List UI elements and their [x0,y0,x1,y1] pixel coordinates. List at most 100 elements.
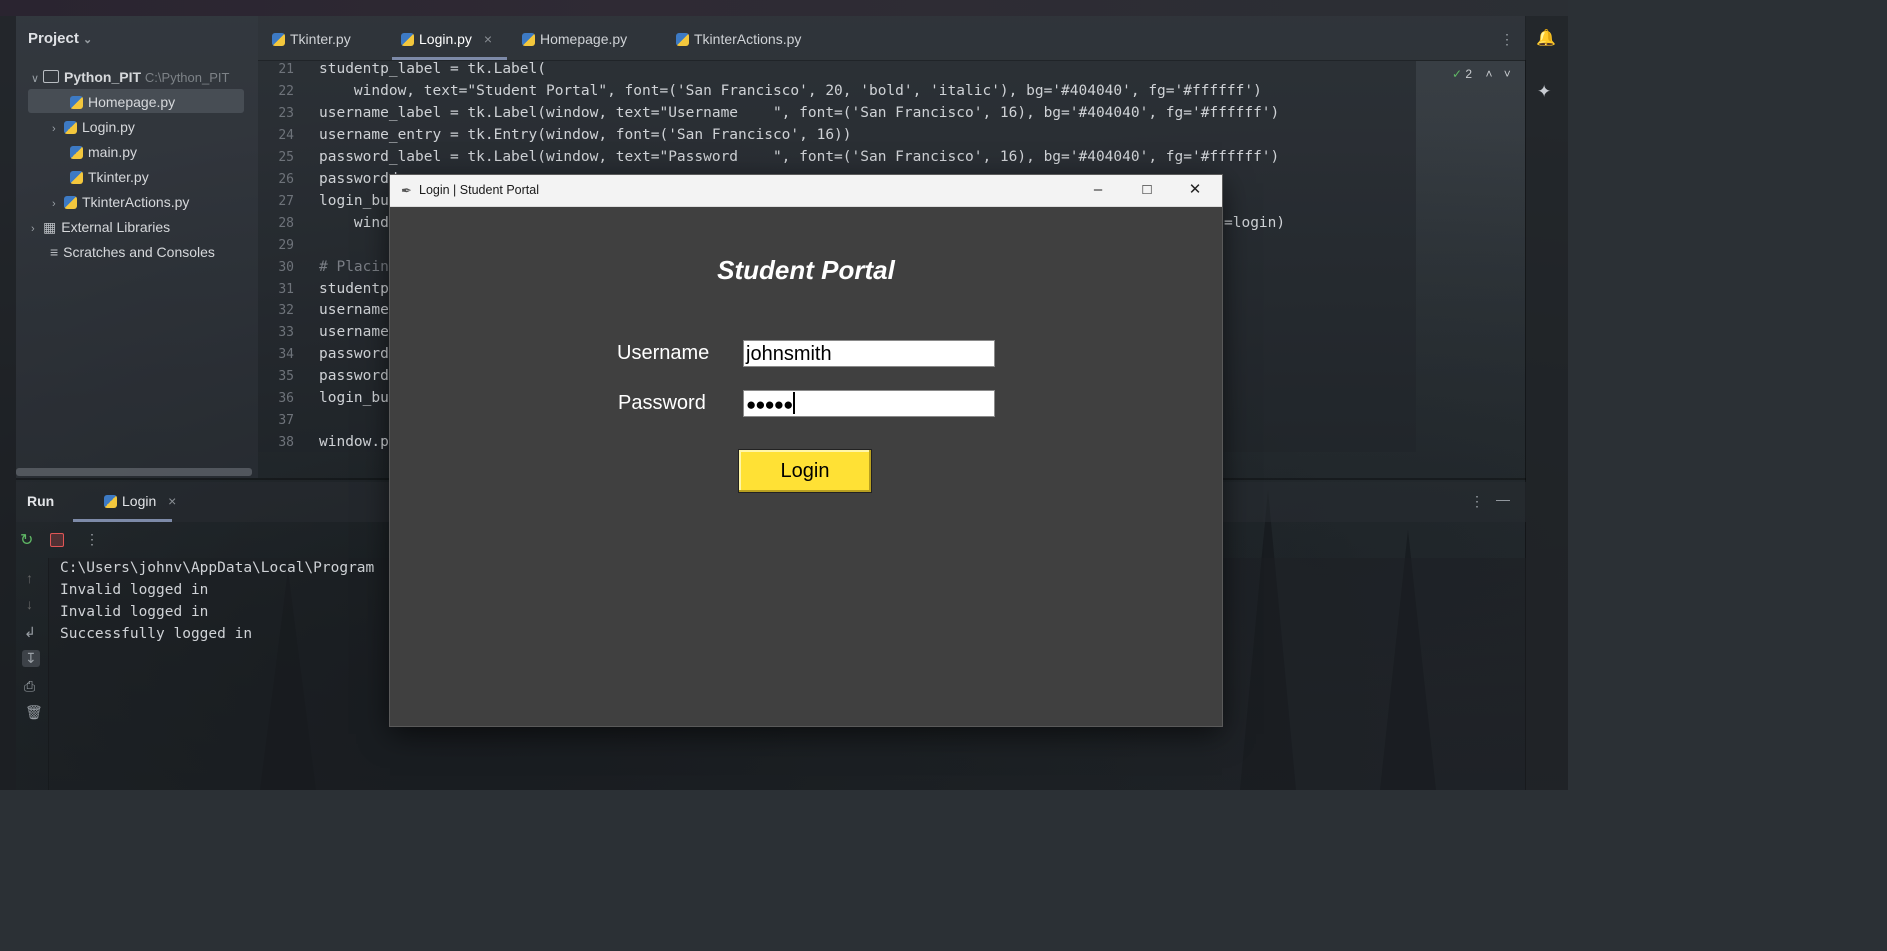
python-file-icon [272,33,285,46]
trash-icon[interactable]: 🗑 [25,704,43,721]
console-line: Successfully logged in [60,626,253,642]
password-input[interactable]: ●●●●● [743,390,995,417]
project-root-name: Python_PIT [64,69,142,85]
chevron-down-icon: ∨ [31,73,40,85]
close-icon[interactable]: × [484,31,492,47]
tab-login[interactable]: Login.py × [401,31,492,47]
minimize-window-button[interactable]: – [1076,179,1120,201]
username-label: Username [617,342,710,364]
login-window-title-bar[interactable]: ✒ Login | Student Portal – □ ✕ [390,175,1222,207]
tree-item-homepage[interactable]: Homepage.py [70,94,175,110]
file-name: Tkinter.py [88,169,149,185]
code-line: password [319,368,389,384]
tree-item-main[interactable]: main.py [70,144,137,160]
project-horizontal-scrollbar[interactable] [16,468,252,476]
chevron-right-icon: › [52,198,56,210]
line-number: 23 [278,106,294,121]
notifications-icon[interactable]: 🔔 [1536,28,1556,48]
more-options-icon[interactable]: ⋮ [85,531,99,548]
project-root-path: C:\Python_PIT [144,70,230,85]
python-file-icon [676,33,689,46]
right-tool-strip: 🔔 ✦ [1525,16,1568,790]
tree-label: Scratches and Consoles [63,244,215,260]
line-number: 27 [278,194,294,209]
console-line: Invalid logged in [60,604,209,620]
python-file-icon [64,196,77,209]
rerun-icon[interactable]: ↻ [20,530,33,550]
python-file-icon [401,33,414,46]
ai-assistant-icon[interactable]: ✦ [1537,82,1551,102]
close-window-button[interactable]: ✕ [1173,179,1217,201]
tab-label: TkinterActions.py [694,31,802,47]
chevron-down-icon[interactable]: ˅ [1504,67,1511,81]
student-portal-heading: Student Portal [717,255,895,285]
login-window: ✒ Login | Student Portal – □ ✕ Student P… [390,175,1222,726]
file-name: TkinterActions.py [82,194,190,210]
tree-item-scratches[interactable]: ≡ Scratches and Consoles [50,244,215,260]
text-caret [793,392,796,414]
chevron-up-icon[interactable]: ˄ [1485,67,1492,81]
close-icon[interactable]: × [168,493,176,509]
code-line: login_bu [319,390,389,406]
python-file-icon [104,495,117,508]
login-button[interactable]: Login [738,449,872,493]
console-line: Invalid logged in [60,582,209,598]
folder-icon [43,70,59,83]
line-number: 25 [278,150,294,165]
file-name: main.py [88,144,138,160]
code-line: passwordd [319,171,398,187]
maximize-window-button[interactable]: □ [1125,179,1169,201]
active-run-tab-indicator [73,519,172,522]
line-number: 35 [278,369,294,384]
tree-item-login[interactable]: › Login.py [52,119,135,135]
line-number: 29 [278,238,294,253]
project-root[interactable]: ∨ Python_PIT C:\Python_PIT [31,69,229,85]
code-line: username [319,302,389,318]
code-line: windo [319,215,398,231]
run-tab-login[interactable]: Login × [104,493,176,509]
line-number: 37 [278,413,294,428]
line-number: 31 [278,282,294,297]
minimize-panel-icon[interactable]: — [1496,491,1510,507]
tab-homepage[interactable]: Homepage.py [522,31,627,47]
python-file-icon [64,121,77,134]
code-line: studentp_label = tk.Label( [319,61,546,77]
file-name: Homepage.py [88,94,176,110]
code-line: username_label = tk.Label(window, text="… [319,105,1280,121]
tree-item-external-libraries[interactable]: › ▦ External Libraries [31,219,170,236]
more-options-icon[interactable]: ⋮ [1500,31,1514,48]
soft-wrap-icon[interactable]: ↲ [24,624,36,641]
run-panel-title: Run [27,493,55,509]
tab-tkinter[interactable]: Tkinter.py [272,31,351,47]
tab-tkinteractions[interactable]: TkinterActions.py [676,31,801,47]
check-icon: ✓ [1452,67,1463,81]
line-number: 33 [278,325,294,340]
tree-item-tkinteractions[interactable]: › TkinterActions.py [52,194,189,210]
inspection-widget[interactable]: ✓ 2 ˄ ˅ [1452,67,1511,81]
project-panel-title[interactable]: Project ⌄ [28,30,92,47]
line-number-gutter: 21 22 23 24 25 26 27 28 29 30 31 32 33 34 35 36 37 38 [258,60,308,452]
console-side-toolbar: ↑ ↓ ↲ ↧ ⎙ 🗑 [16,558,49,790]
stop-icon[interactable] [50,533,64,547]
tree-item-tkinter[interactable]: Tkinter.py [70,169,149,185]
file-name: Login.py [82,119,135,135]
inspection-count: 2 [1465,67,1473,81]
username-value: johnsmith [746,343,832,365]
username-input[interactable]: johnsmith [743,340,995,367]
line-number: 22 [278,84,294,99]
code-line: password [319,346,389,362]
line-number: 24 [278,128,294,143]
code-line-tail: =login) [1224,215,1286,231]
library-icon: ▦ [43,219,57,235]
tk-feather-icon: ✒ [401,183,412,198]
code-line: studentp [319,281,389,297]
tab-label: Tkinter.py [290,31,351,47]
line-number: 34 [278,347,294,362]
arrow-up-icon[interactable]: ↑ [26,570,33,586]
print-icon[interactable]: ⎙ [24,678,35,695]
more-options-icon[interactable]: ⋮ [1470,493,1484,510]
console-line: C:\Users\johnv\AppData\Local\Program [60,560,375,576]
scroll-to-end-icon[interactable]: ↧ [22,650,40,667]
run-tab-label: Login [122,493,157,509]
arrow-down-icon[interactable]: ↓ [26,596,33,612]
